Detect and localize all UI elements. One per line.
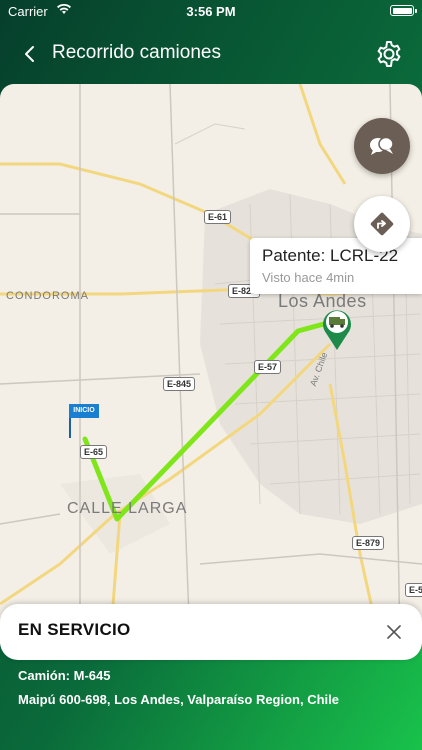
- chat-bubbles-icon: [370, 136, 394, 155]
- directions-button[interactable]: [354, 196, 410, 252]
- road-label: E-61: [204, 210, 232, 224]
- map-view[interactable]: E-61 E-825 E-57 E-845 E-65 E-879 E-5 CON…: [0, 84, 422, 644]
- directions-icon: [370, 212, 394, 236]
- start-flag-label: INICIO: [69, 404, 99, 418]
- last-seen-label: Visto hace 4min: [262, 270, 355, 285]
- truck-id: Camión: M-645: [18, 668, 111, 683]
- page-title: Recorrido camiones: [52, 42, 221, 63]
- road-label: E-5: [405, 583, 422, 597]
- truck-marker-icon[interactable]: [321, 307, 353, 351]
- road-label: E-845: [163, 377, 196, 391]
- service-status: EN SERVICIO: [18, 620, 131, 639]
- close-icon[interactable]: [386, 624, 402, 640]
- chevron-left-icon[interactable]: [18, 42, 42, 66]
- road-label: E-65: [80, 445, 108, 459]
- gear-icon[interactable]: [374, 39, 404, 69]
- status-bar: Carrier 3:56 PM: [0, 0, 422, 24]
- map-base: [0, 84, 422, 644]
- road-label: E-879: [352, 536, 385, 550]
- place-label: CALLE LARGA: [67, 500, 188, 517]
- road-label: E-57: [254, 360, 282, 374]
- address-label: Maipú 600-698, Los Andes, Valparaíso Reg…: [18, 692, 340, 707]
- status-sheet: EN SERVICIO: [0, 604, 422, 660]
- chat-button[interactable]: [354, 118, 410, 174]
- place-label: CONDOROMA: [6, 290, 89, 302]
- battery-icon: [390, 5, 417, 16]
- clock: 3:56 PM: [186, 4, 236, 19]
- navigation-bar: Recorrido camiones: [0, 30, 422, 78]
